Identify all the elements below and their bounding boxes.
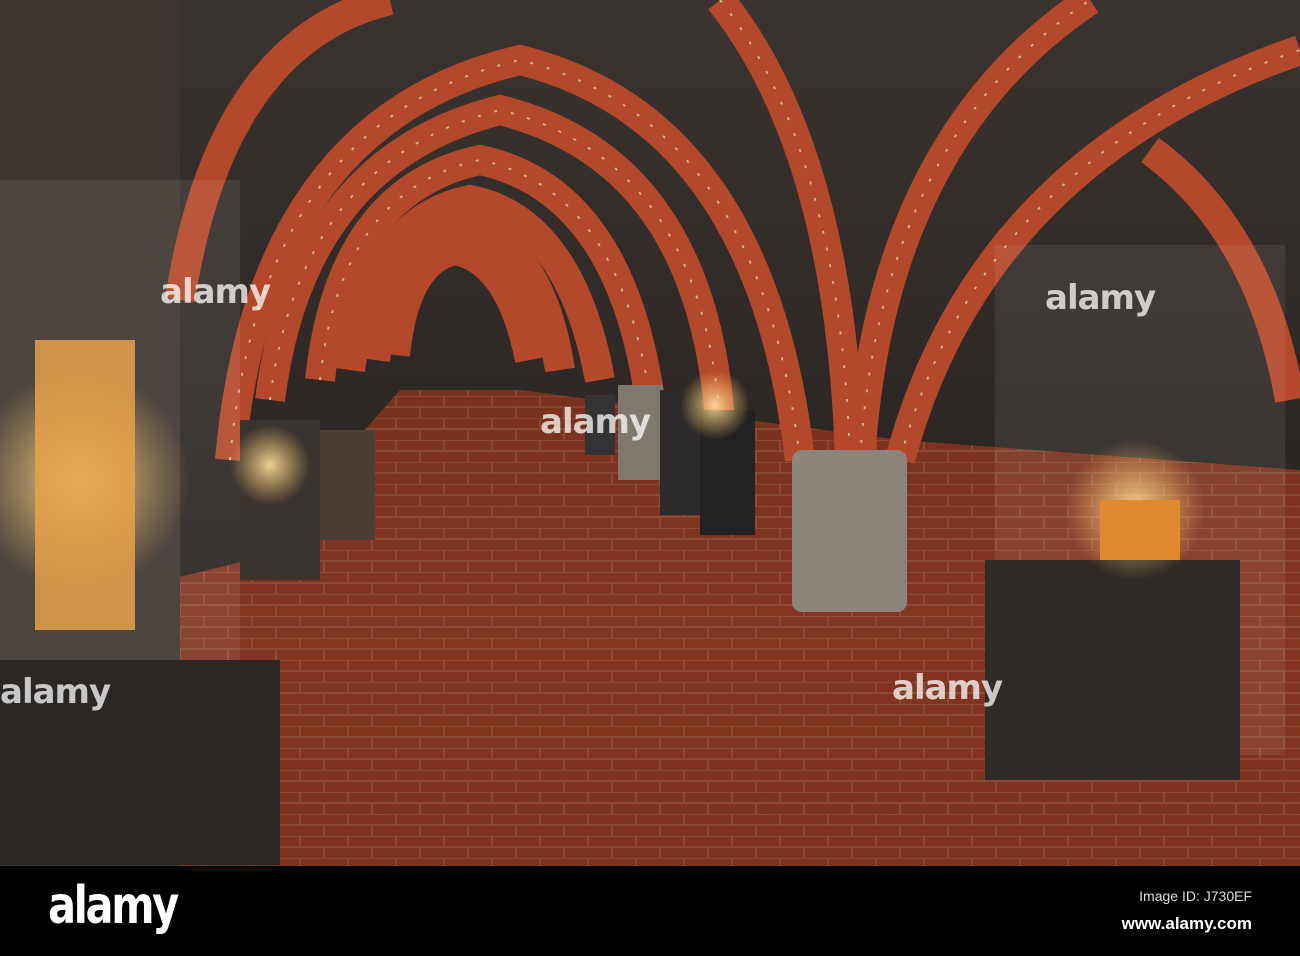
stock-photo: alamy alamy alamy alamy alamy alamy Imag… xyxy=(0,0,1300,956)
image-id: Image ID: J730EF xyxy=(1139,888,1252,904)
watermark: alamy xyxy=(892,668,1003,708)
watermark: alamy xyxy=(1045,278,1156,318)
watermark: alamy xyxy=(540,402,651,442)
alamy-logo: alamy xyxy=(48,876,179,936)
website-url: www.alamy.com xyxy=(1121,914,1252,933)
watermark: alamy xyxy=(0,672,111,712)
granite-pillar xyxy=(792,450,907,612)
watermark: alamy xyxy=(160,272,271,312)
footer-bar: alamy Image ID: J730EF www.alamy.com xyxy=(0,866,1300,956)
